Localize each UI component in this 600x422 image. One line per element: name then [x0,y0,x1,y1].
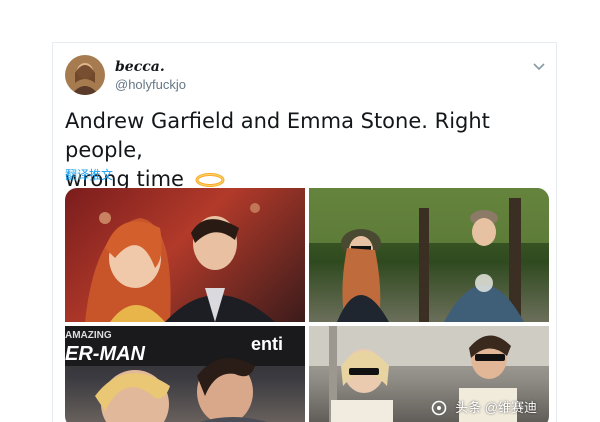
avatar[interactable] [65,55,105,95]
photo-3-image: AMAZING ER-MAN enti [65,326,305,422]
photo-2[interactable] [309,188,549,322]
tweet-text: Andrew Garfield and Emma Stone. Right pe… [65,107,545,194]
sign-text-2: ER-MAN [65,343,146,365]
media-grid: AMAZING ER-MAN enti 头条 @维赛迪 [65,188,549,422]
tweet-text-line1: Andrew Garfield and Emma Stone. Right pe… [65,109,490,162]
photo-3[interactable]: AMAZING ER-MAN enti [65,326,305,422]
user-handle[interactable]: @holyfuckjo [115,77,186,92]
avatar-image [65,55,105,95]
watermark-icon [431,400,447,416]
sign-text-3: enti [251,334,283,354]
halo-icon [195,173,225,187]
photo-1[interactable] [65,188,305,322]
display-name[interactable]: becca. [115,59,165,75]
watermark-text: 头条 @维赛迪 [455,400,537,415]
translate-tweet-link[interactable]: 翻译推文 [65,166,113,183]
chevron-down-icon[interactable] [530,57,548,75]
photo-1-image [85,203,275,322]
photo-2-image [309,188,549,322]
sign-text-1: AMAZING [65,330,112,341]
tweet-card: becca. @holyfuckjo Andrew Garfield and E… [52,42,557,422]
